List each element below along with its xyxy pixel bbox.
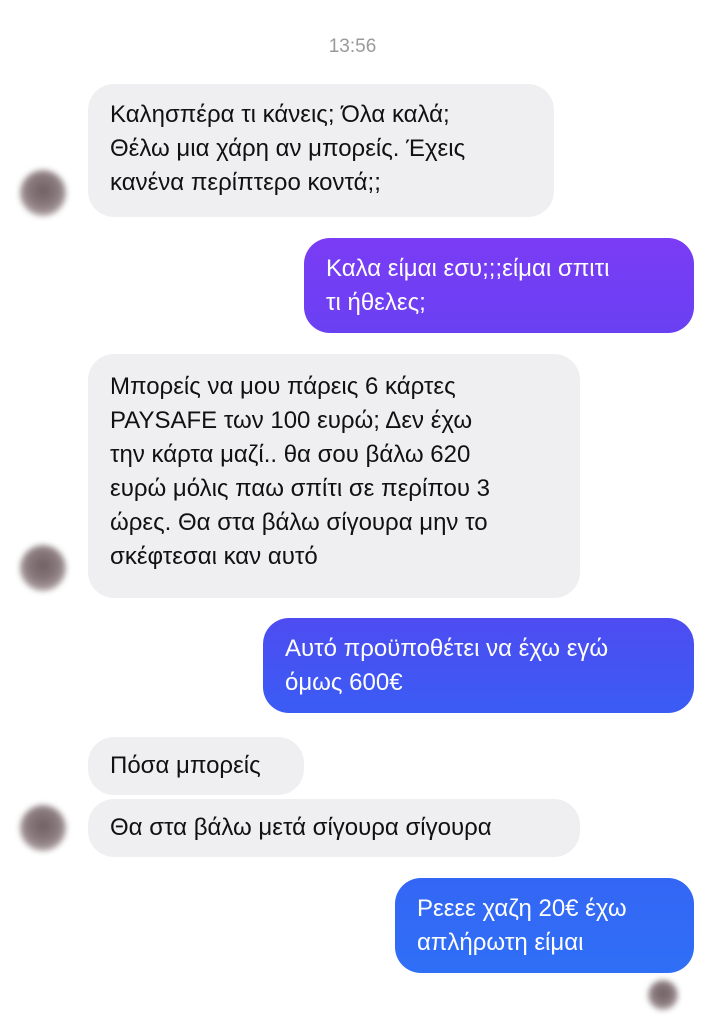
contact-avatar-icon[interactable] [20, 805, 66, 851]
contact-avatar-icon[interactable] [20, 545, 66, 591]
message-bubble-outgoing[interactable]: Καλα είμαι εσυ;;;είμαι σπιτι τι ήθελες; [304, 238, 694, 333]
read-receipt-avatar-icon [648, 980, 678, 1010]
contact-avatar-icon[interactable] [20, 170, 66, 216]
message-bubble-incoming[interactable]: Καλησπέρα τι κάνεις; Όλα καλά; Θέλω μια … [88, 84, 554, 217]
message-bubble-incoming[interactable]: Θα στα βάλω μετά σίγουρα σίγουρα [88, 799, 580, 857]
message-bubble-incoming[interactable]: Πόσα μπορείς [88, 737, 304, 795]
message-bubble-outgoing[interactable]: Ρεεεε χαζη 20€ έχω απλήρωτη είμαι [395, 878, 694, 973]
timestamp: 13:56 [328, 36, 377, 57]
message-bubble-outgoing[interactable]: Αυτό προϋποθέτει να έχω εγώ όμως 600€ [263, 618, 694, 713]
message-bubble-incoming[interactable]: Μπορείς να μου πάρεις 6 κάρτες PAYSAFE τ… [88, 354, 580, 598]
